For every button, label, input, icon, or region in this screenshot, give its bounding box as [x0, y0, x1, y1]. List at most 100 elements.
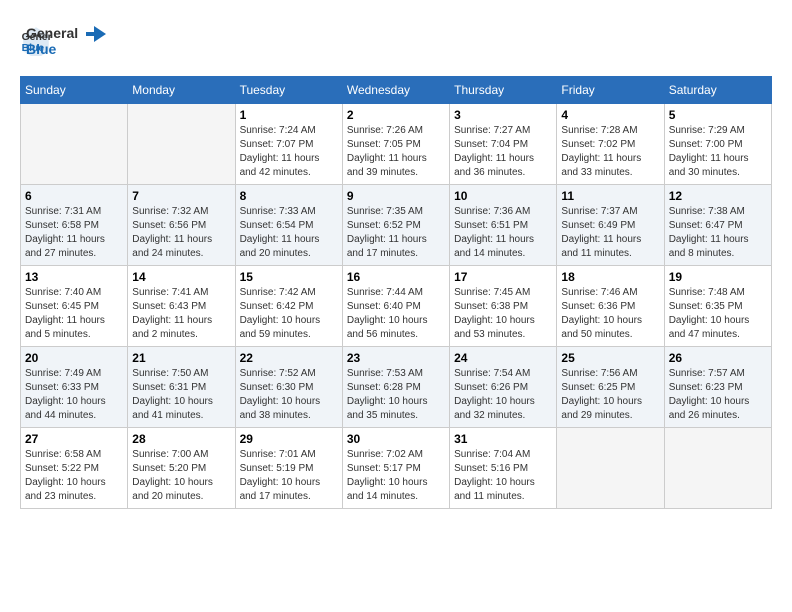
day-number: 14 [132, 270, 230, 284]
day-info: Sunrise: 7:41 AM Sunset: 6:43 PM Dayligh… [132, 286, 230, 342]
day-info: Sunrise: 7:01 AM Sunset: 5:19 PM Dayligh… [240, 448, 338, 504]
calendar-cell: 19 Sunrise: 7:48 AM Sunset: 6:35 PM Dayli… [664, 266, 771, 347]
calendar-cell: 1 Sunrise: 7:24 AM Sunset: 7:07 PM Daylig… [235, 104, 342, 185]
day-number: 30 [347, 432, 445, 446]
day-number: 5 [669, 108, 767, 122]
day-number: 6 [25, 189, 123, 203]
svg-text:General: General [26, 25, 78, 41]
day-info: Sunrise: 7:46 AM Sunset: 6:36 PM Dayligh… [561, 286, 659, 342]
calendar-week-row: 20 Sunrise: 7:49 AM Sunset: 6:33 PM Dayli… [21, 347, 772, 428]
day-info: Sunrise: 7:27 AM Sunset: 7:04 PM Dayligh… [454, 124, 552, 180]
day-info: Sunrise: 7:56 AM Sunset: 6:25 PM Dayligh… [561, 367, 659, 423]
weekday-header-row: SundayMondayTuesdayWednesdayThursdayFrid… [21, 77, 772, 104]
day-info: Sunrise: 7:50 AM Sunset: 6:31 PM Dayligh… [132, 367, 230, 423]
calendar-cell: 8Sunrise: 7:33 AM Sunset: 6:54 PM Daylig… [235, 185, 342, 266]
calendar-week-row: 1 Sunrise: 7:24 AM Sunset: 7:07 PM Daylig… [21, 104, 772, 185]
day-number: 20 [25, 351, 123, 365]
day-info: Sunrise: 7:44 AM Sunset: 6:40 PM Dayligh… [347, 286, 445, 342]
weekday-header: Saturday [664, 77, 771, 104]
calendar-cell: 13 Sunrise: 7:40 AM Sunset: 6:45 PM Dayli… [21, 266, 128, 347]
day-number: 9 [347, 189, 445, 203]
calendar-cell: 4 Sunrise: 7:28 AM Sunset: 7:02 PM Daylig… [557, 104, 664, 185]
day-info: Sunrise: 7:28 AM Sunset: 7:02 PM Dayligh… [561, 124, 659, 180]
calendar-cell [557, 428, 664, 509]
calendar-cell: 9 Sunrise: 7:35 AM Sunset: 6:52 PM Daylig… [342, 185, 449, 266]
calendar-cell [128, 104, 235, 185]
day-info: Sunrise: 7:49 AM Sunset: 6:33 PM Dayligh… [25, 367, 123, 423]
day-number: 17 [454, 270, 552, 284]
day-number: 21 [132, 351, 230, 365]
weekday-header: Tuesday [235, 77, 342, 104]
day-info: Sunrise: 7:29 AM Sunset: 7:00 PM Dayligh… [669, 124, 767, 180]
day-number: 10 [454, 189, 552, 203]
day-info: Sunrise: 7:32 AM Sunset: 6:56 PM Dayligh… [132, 205, 230, 261]
day-number: 4 [561, 108, 659, 122]
calendar-cell: 29Sunrise: 7:01 AM Sunset: 5:19 PM Dayli… [235, 428, 342, 509]
calendar-cell [664, 428, 771, 509]
calendar-cell: 3 Sunrise: 7:27 AM Sunset: 7:04 PM Daylig… [450, 104, 557, 185]
day-number: 31 [454, 432, 552, 446]
day-info: Sunrise: 7:38 AM Sunset: 6:47 PM Dayligh… [669, 205, 767, 261]
calendar-cell: 30 Sunrise: 7:02 AM Sunset: 5:17 PM Dayli… [342, 428, 449, 509]
day-info: Sunrise: 6:58 AM Sunset: 5:22 PM Dayligh… [25, 448, 123, 504]
day-info: Sunrise: 7:35 AM Sunset: 6:52 PM Dayligh… [347, 205, 445, 261]
day-info: Sunrise: 7:36 AM Sunset: 6:51 PM Dayligh… [454, 205, 552, 261]
calendar-week-row: 27 Sunrise: 6:58 AM Sunset: 5:22 PM Dayli… [21, 428, 772, 509]
calendar-cell [21, 104, 128, 185]
day-info: Sunrise: 7:52 AM Sunset: 6:30 PM Dayligh… [240, 367, 338, 423]
calendar-cell: 2 Sunrise: 7:26 AM Sunset: 7:05 PM Daylig… [342, 104, 449, 185]
day-info: Sunrise: 7:24 AM Sunset: 7:07 PM Dayligh… [240, 124, 338, 180]
day-info: Sunrise: 7:40 AM Sunset: 6:45 PM Dayligh… [25, 286, 123, 342]
page-header: General Blue General Blue [20, 20, 772, 60]
day-info: Sunrise: 7:48 AM Sunset: 6:35 PM Dayligh… [669, 286, 767, 342]
calendar-cell: 21 Sunrise: 7:50 AM Sunset: 6:31 PM Dayli… [128, 347, 235, 428]
calendar-cell: 18Sunrise: 7:46 AM Sunset: 6:36 PM Dayli… [557, 266, 664, 347]
calendar-table: SundayMondayTuesdayWednesdayThursdayFrid… [20, 76, 772, 509]
day-number: 11 [561, 189, 659, 203]
day-info: Sunrise: 7:53 AM Sunset: 6:28 PM Dayligh… [347, 367, 445, 423]
day-info: Sunrise: 7:04 AM Sunset: 5:16 PM Dayligh… [454, 448, 552, 504]
day-info: Sunrise: 7:37 AM Sunset: 6:49 PM Dayligh… [561, 205, 659, 261]
day-number: 8 [240, 189, 338, 203]
day-number: 28 [132, 432, 230, 446]
svg-text:Blue: Blue [26, 41, 57, 57]
day-info: Sunrise: 7:54 AM Sunset: 6:26 PM Dayligh… [454, 367, 552, 423]
calendar-cell: 6 Sunrise: 7:31 AM Sunset: 6:58 PM Daylig… [21, 185, 128, 266]
calendar-cell: 11 Sunrise: 7:37 AM Sunset: 6:49 PM Dayli… [557, 185, 664, 266]
weekday-header: Friday [557, 77, 664, 104]
day-number: 27 [25, 432, 123, 446]
day-info: Sunrise: 7:31 AM Sunset: 6:58 PM Dayligh… [25, 205, 123, 261]
logo: General Blue General Blue [20, 20, 106, 60]
day-number: 26 [669, 351, 767, 365]
day-number: 2 [347, 108, 445, 122]
day-info: Sunrise: 7:02 AM Sunset: 5:17 PM Dayligh… [347, 448, 445, 504]
calendar-cell: 14 Sunrise: 7:41 AM Sunset: 6:43 PM Dayli… [128, 266, 235, 347]
day-number: 15 [240, 270, 338, 284]
day-info: Sunrise: 7:26 AM Sunset: 7:05 PM Dayligh… [347, 124, 445, 180]
calendar-cell: 27 Sunrise: 6:58 AM Sunset: 5:22 PM Dayli… [21, 428, 128, 509]
calendar-cell: 28 Sunrise: 7:00 AM Sunset: 5:20 PM Dayli… [128, 428, 235, 509]
day-number: 12 [669, 189, 767, 203]
calendar-cell: 7Sunrise: 7:32 AM Sunset: 6:56 PM Daylig… [128, 185, 235, 266]
calendar-cell: 23Sunrise: 7:53 AM Sunset: 6:28 PM Dayli… [342, 347, 449, 428]
day-number: 16 [347, 270, 445, 284]
calendar-cell: 22Sunrise: 7:52 AM Sunset: 6:30 PM Dayli… [235, 347, 342, 428]
calendar-cell: 15 Sunrise: 7:42 AM Sunset: 6:42 PM Dayli… [235, 266, 342, 347]
weekday-header: Sunday [21, 77, 128, 104]
calendar-cell: 24 Sunrise: 7:54 AM Sunset: 6:26 PM Dayli… [450, 347, 557, 428]
calendar-cell: 20 Sunrise: 7:49 AM Sunset: 6:33 PM Dayli… [21, 347, 128, 428]
calendar-cell: 26Sunrise: 7:57 AM Sunset: 6:23 PM Dayli… [664, 347, 771, 428]
day-info: Sunrise: 7:42 AM Sunset: 6:42 PM Dayligh… [240, 286, 338, 342]
day-number: 3 [454, 108, 552, 122]
weekday-header: Wednesday [342, 77, 449, 104]
day-number: 24 [454, 351, 552, 365]
day-info: Sunrise: 7:00 AM Sunset: 5:20 PM Dayligh… [132, 448, 230, 504]
day-number: 19 [669, 270, 767, 284]
weekday-header: Monday [128, 77, 235, 104]
calendar-cell: 12 Sunrise: 7:38 AM Sunset: 6:47 PM Dayli… [664, 185, 771, 266]
day-number: 1 [240, 108, 338, 122]
calendar-cell: 5 Sunrise: 7:29 AM Sunset: 7:00 PM Daylig… [664, 104, 771, 185]
calendar-week-row: 6 Sunrise: 7:31 AM Sunset: 6:58 PM Daylig… [21, 185, 772, 266]
day-number: 13 [25, 270, 123, 284]
calendar-cell: 17Sunrise: 7:45 AM Sunset: 6:38 PM Dayli… [450, 266, 557, 347]
